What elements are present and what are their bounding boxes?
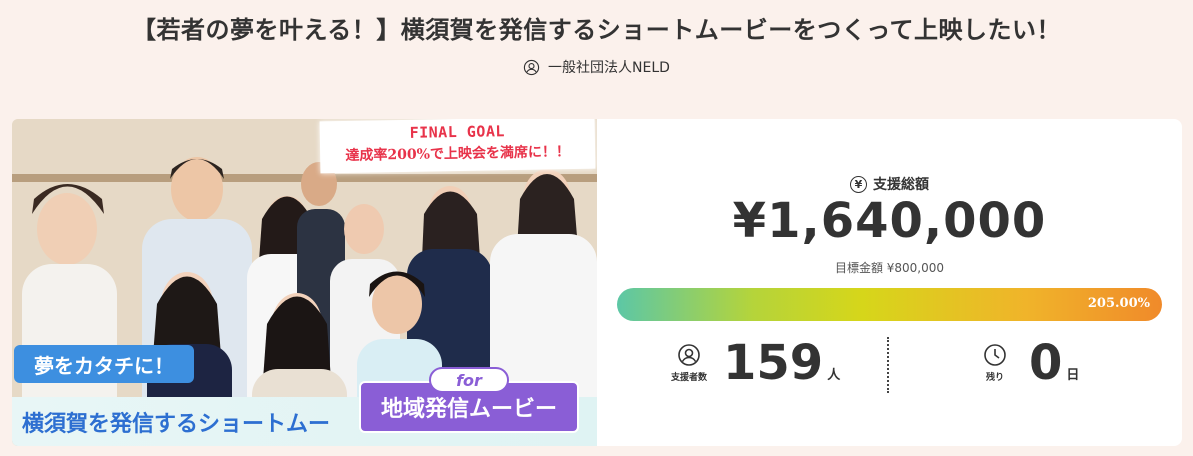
user-circle-icon: [678, 344, 700, 366]
user-circle-icon: [523, 59, 540, 75]
yen-circle-icon: ¥: [850, 175, 867, 193]
project-main-image[interactable]: FINAL GOAL 達成率200%で上映会を満席に！！ 夢をカタチに！ 横須賀…: [12, 119, 597, 446]
final-goal-subtitle: 達成率200%で上映会を満席に！！: [345, 144, 571, 164]
supporters-count: 159: [723, 335, 824, 391]
target-amount: 目標金額 ¥800,000: [834, 261, 945, 275]
remaining-days: 0: [1029, 335, 1063, 391]
progress-bar: 205.00%: [617, 288, 1162, 321]
remaining-stat: 残り 0 日: [973, 339, 1079, 387]
dream-tag: 夢をカタチに！: [14, 345, 194, 383]
clock-icon: [984, 344, 1006, 366]
supporters-label: 支援者数: [670, 373, 707, 383]
final-goal-banner: FINAL GOAL 達成率200%で上映会を満席に！！: [319, 119, 596, 174]
supporters-stat: 支援者数 159 人: [667, 339, 840, 387]
project-owner[interactable]: 一般社団法人NELD: [0, 57, 1193, 77]
remaining-unit: 日: [1066, 368, 1080, 383]
project-title: 【若者の夢を叶える！】横須賀を発信するショートムービーをつくって上映したい！: [131, 16, 1062, 44]
stats-divider: [887, 337, 889, 393]
final-goal-title: FINAL GOAL: [409, 122, 506, 142]
supporters-unit: 人: [827, 368, 841, 383]
remaining-label: 残り: [985, 373, 1004, 383]
progress-percentage: 205.00%: [1087, 296, 1150, 311]
support-total-label: ¥ 支援総額: [597, 174, 1182, 194]
support-total-text: 支援総額: [873, 177, 929, 193]
support-total-amount: ¥1,640,000: [732, 193, 1047, 249]
owner-name: 一般社団法人NELD: [548, 60, 670, 76]
progress-bar-fill: [617, 288, 1162, 321]
for-tag: for: [429, 367, 509, 393]
funding-stats-panel: ¥ 支援総額 ¥1,640,000 目標金額 ¥800,000 205.00% …: [597, 119, 1182, 446]
